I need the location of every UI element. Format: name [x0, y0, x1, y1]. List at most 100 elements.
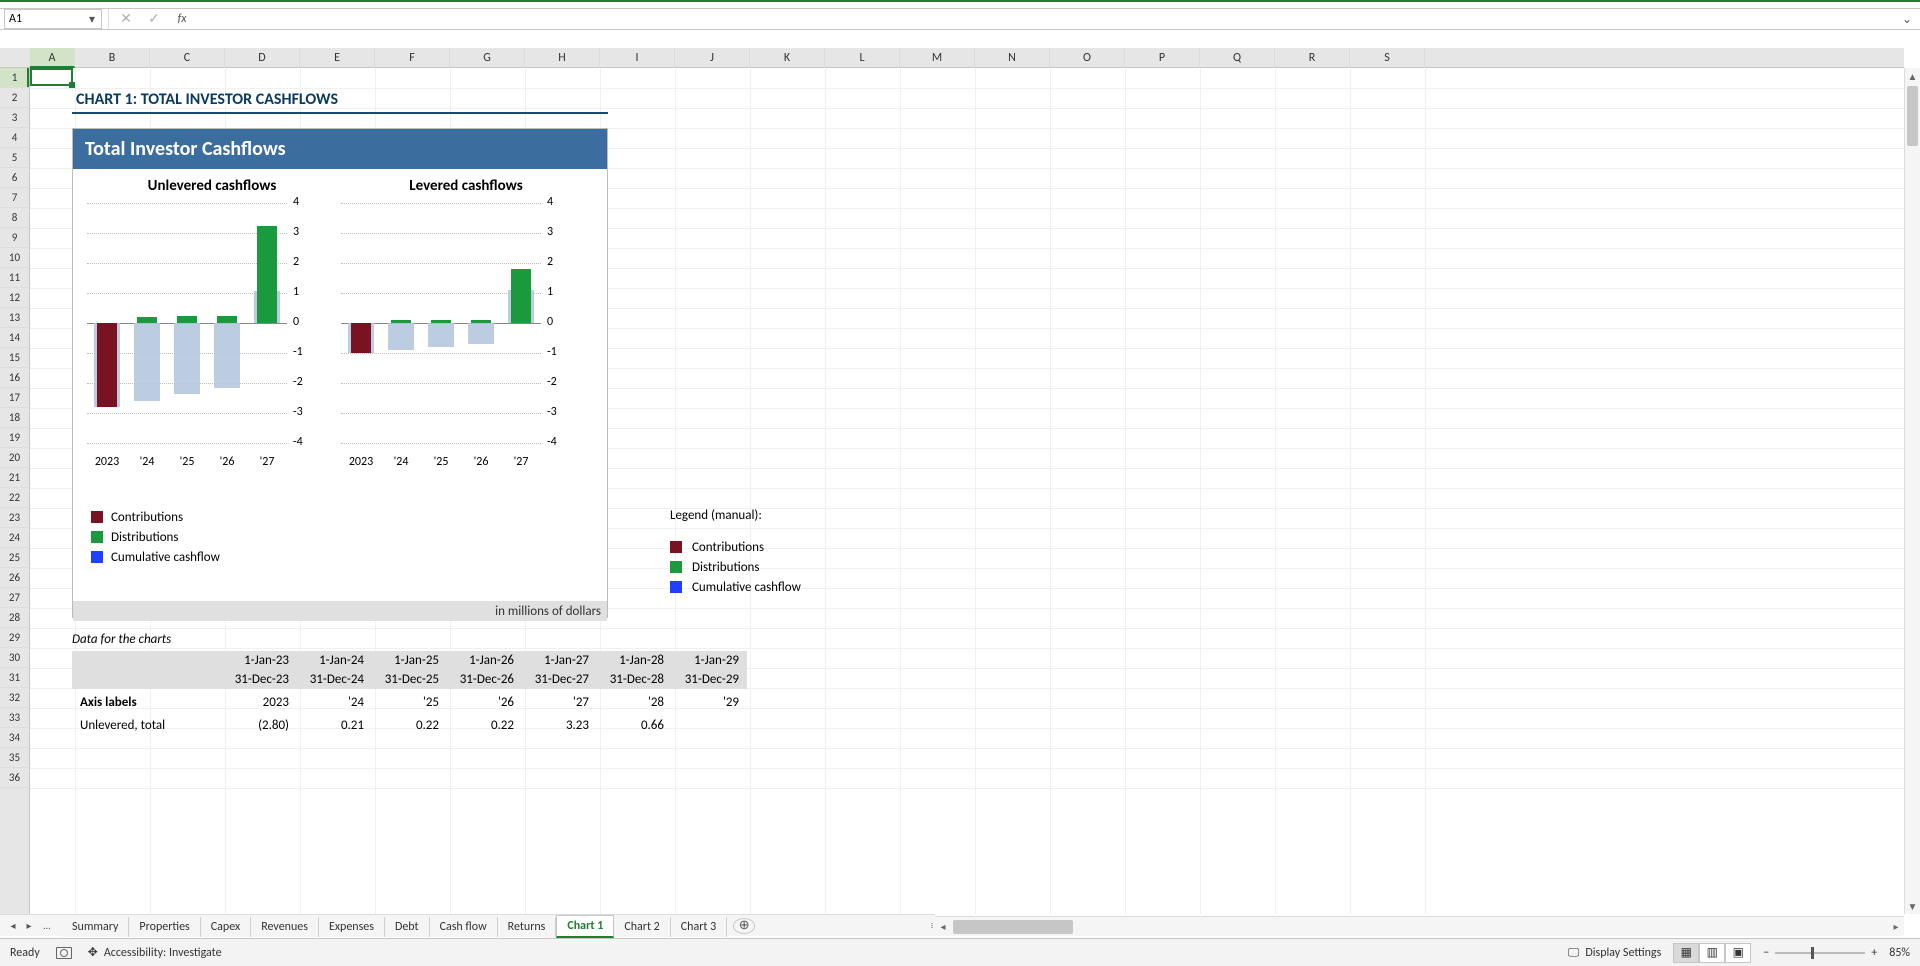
sheet-tab[interactable]: Revenues	[251, 917, 319, 937]
sheet-tab[interactable]: Expenses	[319, 917, 385, 937]
row-header-cell[interactable]: 32	[0, 688, 29, 708]
column-header-cell[interactable]: N	[975, 48, 1050, 68]
row-header-cell[interactable]: 30	[0, 648, 29, 668]
row-header-cell[interactable]: 13	[0, 308, 29, 328]
column-header-cell[interactable]: C	[150, 48, 225, 68]
column-header-cell[interactable]: R	[1275, 48, 1350, 68]
sheet-tab[interactable]: Chart 2	[614, 917, 670, 937]
column-header-cell[interactable]: O	[1050, 48, 1125, 68]
row-header-cell[interactable]: 23	[0, 508, 29, 528]
row-header-cell[interactable]: 15	[0, 348, 29, 368]
zoom-label[interactable]: 85%	[1889, 946, 1910, 960]
page-layout-view-button[interactable]: ▥	[1699, 943, 1725, 963]
tab-last-icon[interactable]: ▸	[22, 919, 36, 932]
sheet-tab[interactable]: Properties	[129, 917, 200, 937]
row-header-cell[interactable]: 21	[0, 468, 29, 488]
sheet-tab[interactable]: Summary	[62, 917, 129, 937]
zoom-out-button[interactable]: −	[1763, 946, 1769, 960]
column-header-cell[interactable]: I	[600, 48, 675, 68]
zoom-track[interactable]	[1775, 952, 1865, 954]
row-header-cell[interactable]: 4	[0, 128, 29, 148]
row-header-cell[interactable]: 20	[0, 448, 29, 468]
column-header-cell[interactable]: F	[375, 48, 450, 68]
vertical-scrollbar[interactable]: ▲ ▼	[1904, 68, 1920, 914]
sheet-tab[interactable]: Chart 1	[556, 915, 614, 938]
row-header-cell[interactable]: 35	[0, 748, 29, 768]
tab-ellipsis[interactable]: …	[38, 919, 56, 932]
row-header-cell[interactable]: 27	[0, 588, 29, 608]
row-header-cell[interactable]: 11	[0, 268, 29, 288]
expand-formula-bar-icon[interactable]: ⌄	[1898, 12, 1916, 27]
horizontal-scrollbar[interactable]: ◂ ▸	[935, 916, 1904, 936]
tab-nav[interactable]: ◂ ▸ …	[0, 919, 62, 932]
row-header-cell[interactable]: 31	[0, 668, 29, 688]
row-header-cell[interactable]: 12	[0, 288, 29, 308]
column-header[interactable]: ABCDEFGHIJKLMNOPQRS	[0, 48, 1904, 68]
row-header-cell[interactable]: 10	[0, 248, 29, 268]
column-header-cell[interactable]: Q	[1200, 48, 1275, 68]
row-header-cell[interactable]: 26	[0, 568, 29, 588]
column-header-cell[interactable]: L	[825, 48, 900, 68]
macro-record-icon[interactable]	[56, 947, 72, 959]
column-header-cell[interactable]: P	[1125, 48, 1200, 68]
column-header-cell[interactable]: J	[675, 48, 750, 68]
sheet-tab[interactable]: Returns	[498, 917, 557, 937]
row-header-cell[interactable]: 24	[0, 528, 29, 548]
scroll-down-icon[interactable]: ▼	[1905, 898, 1920, 914]
sheet-tab[interactable]: Capex	[201, 917, 251, 937]
row-header-cell[interactable]: 3	[0, 108, 29, 128]
normal-view-button[interactable]: ▦	[1673, 943, 1699, 963]
row-header-cell[interactable]: 34	[0, 728, 29, 748]
formula-input[interactable]	[199, 9, 1892, 29]
row-header-cell[interactable]: 28	[0, 608, 29, 628]
zoom-thumb[interactable]	[1811, 947, 1814, 959]
column-header-cell[interactable]: K	[750, 48, 825, 68]
zoom-slider[interactable]: − +	[1763, 946, 1877, 960]
scroll-left-icon[interactable]: ◂	[935, 920, 951, 933]
column-header-cell[interactable]: B	[75, 48, 150, 68]
column-header-cell[interactable]: A	[30, 48, 75, 68]
add-sheet-button[interactable]: ⊕	[733, 918, 755, 934]
row-header-cell[interactable]: 8	[0, 208, 29, 228]
row-header-cell[interactable]: 33	[0, 708, 29, 728]
chevron-down-icon[interactable]: ▾	[87, 12, 97, 27]
sheet-tab[interactable]: Chart 3	[671, 917, 727, 937]
cell-grid[interactable]: CHART 1: TOTAL INVESTOR CASHFLOWS Total …	[30, 68, 1904, 914]
row-header-cell[interactable]: 7	[0, 188, 29, 208]
sheet-tab[interactable]: Debt	[385, 917, 430, 937]
column-header-cell[interactable]: D	[225, 48, 300, 68]
fx-icon[interactable]: fx	[171, 9, 193, 29]
row-header-cell[interactable]: 19	[0, 428, 29, 448]
column-header-cell[interactable]: H	[525, 48, 600, 68]
row-header-cell[interactable]: 22	[0, 488, 29, 508]
scroll-thumb[interactable]	[1907, 86, 1918, 146]
row-header-cell[interactable]: 16	[0, 368, 29, 388]
row-header-cell[interactable]: 18	[0, 408, 29, 428]
page-break-view-button[interactable]: ▣	[1725, 943, 1751, 963]
row-header-cell[interactable]: 2	[0, 88, 29, 108]
column-header-cell[interactable]: S	[1350, 48, 1425, 68]
row-header-cell[interactable]: 6	[0, 168, 29, 188]
row-header-cell[interactable]: 17	[0, 388, 29, 408]
name-box[interactable]: A1 ▾	[4, 9, 102, 29]
row-header[interactable]: 1234567891011121314151617181920212223242…	[0, 68, 30, 914]
column-header-cell[interactable]: E	[300, 48, 375, 68]
accessibility-status[interactable]: ✥ Accessibility: Investigate	[88, 945, 222, 960]
display-settings-button[interactable]: 🖵 Display Settings	[1568, 946, 1661, 960]
row-header-cell[interactable]: 5	[0, 148, 29, 168]
column-header-cell[interactable]: G	[450, 48, 525, 68]
row-header-cell[interactable]: 9	[0, 228, 29, 248]
row-header-cell[interactable]: 1	[0, 68, 29, 88]
row-header-cell[interactable]: 29	[0, 628, 29, 648]
row-header-cell[interactable]: 36	[0, 768, 29, 788]
column-header-cell[interactable]: M	[900, 48, 975, 68]
scroll-thumb[interactable]	[953, 920, 1073, 934]
chart-object[interactable]: Total Investor Cashflows Unlevered cashf…	[72, 128, 608, 618]
tab-first-icon[interactable]: ◂	[6, 919, 20, 932]
row-header-cell[interactable]: 25	[0, 548, 29, 568]
scroll-up-icon[interactable]: ▲	[1905, 68, 1920, 84]
zoom-in-button[interactable]: +	[1871, 946, 1877, 960]
scroll-right-icon[interactable]: ▸	[1888, 920, 1904, 933]
sheet-tab[interactable]: Cash flow	[430, 917, 498, 937]
row-header-cell[interactable]: 14	[0, 328, 29, 348]
